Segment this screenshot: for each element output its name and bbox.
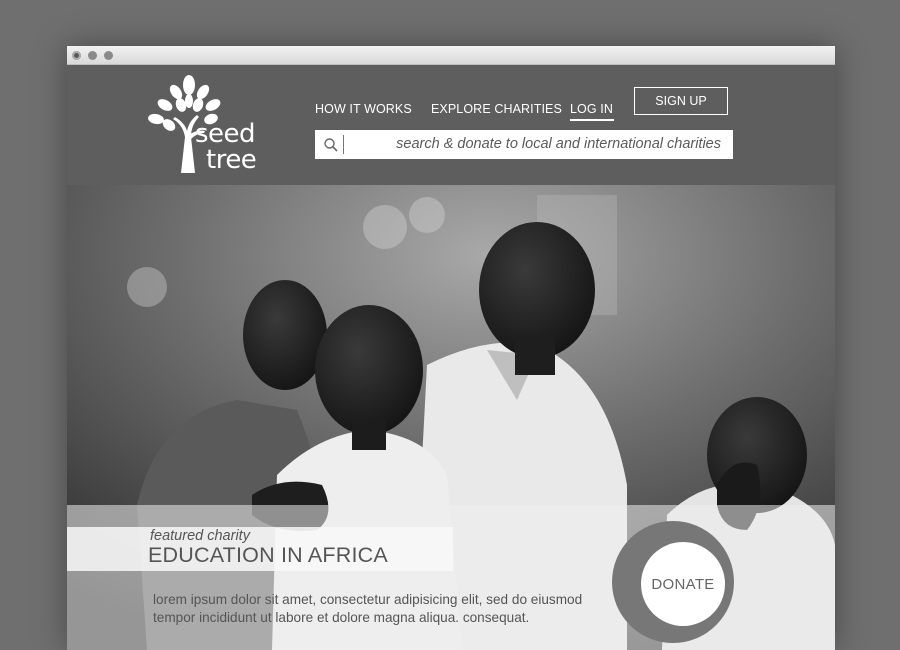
nav-explore-charities[interactable]: EXPLORE CHARITIES [431, 102, 562, 116]
featured-description: lorem ipsum dolor sit amet, consectetur … [153, 591, 583, 625]
search-input[interactable]: search & donate to local and internation… [396, 136, 721, 152]
featured-kicker: featured charity [150, 528, 250, 544]
brand-logo[interactable]: seed tree [145, 75, 267, 175]
sign-up-button[interactable]: SIGN UP [634, 87, 728, 115]
donate-button[interactable]: DONATE [641, 542, 725, 626]
search-divider [343, 135, 344, 154]
brand-name-line1: seed [195, 119, 256, 149]
minimize-window-button[interactable] [88, 51, 97, 60]
hero-banner: featured charity EDUCATION IN AFRICA lor… [67, 185, 835, 650]
search-icon[interactable] [323, 137, 339, 153]
brand-name-line2: tree [206, 145, 257, 175]
search-bar[interactable]: search & donate to local and internation… [315, 130, 733, 159]
maximize-window-button[interactable] [104, 51, 113, 60]
nav-log-in[interactable]: LOG IN [570, 102, 614, 121]
browser-window: seed tree HOW IT WORKS EXPLORE CHARITIES… [67, 46, 835, 650]
window-titlebar [67, 46, 835, 65]
site-header: seed tree HOW IT WORKS EXPLORE CHARITIES… [67, 65, 835, 185]
nav-how-it-works[interactable]: HOW IT WORKS [315, 102, 412, 116]
close-window-button[interactable] [72, 51, 81, 60]
featured-title[interactable]: EDUCATION IN AFRICA [148, 543, 388, 568]
